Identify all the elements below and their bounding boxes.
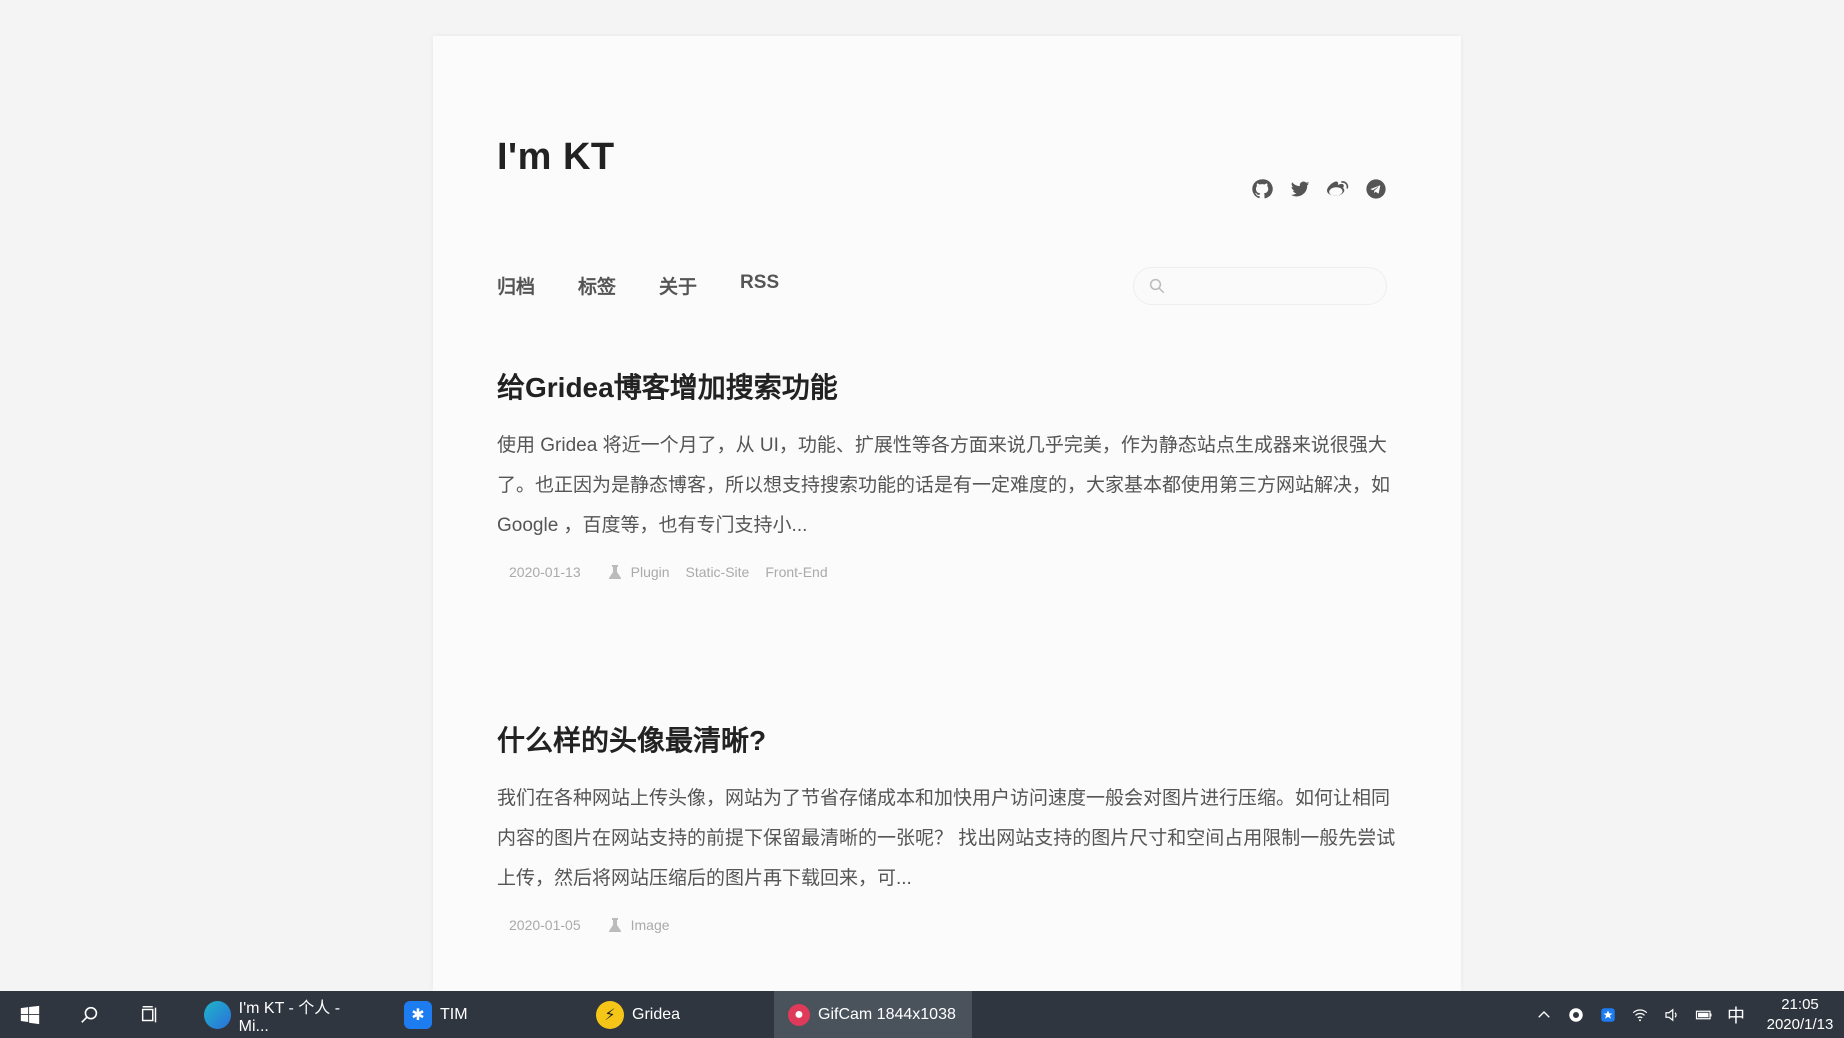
- tim-tray-icon[interactable]: [1599, 1006, 1617, 1024]
- post-meta: 2020-01-05 Image: [509, 917, 1407, 933]
- taskbar-app-label: GifCam 1844x1038: [818, 1005, 956, 1023]
- search-icon: [81, 1006, 98, 1023]
- post-excerpt: 我们在各种网站上传头像，网站为了节省存储成本和加快用户访问速度一般会对图片进行压…: [497, 788, 1396, 889]
- post-title[interactable]: 给Gridea博客增加搜索功能: [497, 366, 1407, 406]
- weibo-icon[interactable]: [1327, 178, 1349, 200]
- taskbar: I'm KT - 个人 - Mi... ✱ TIM ⚡ Gridea ● Gif…: [0, 991, 1844, 1038]
- system-tray: 中 21:05 2020/1/13: [1528, 991, 1844, 1038]
- nav-item-tags[interactable]: 标签: [578, 272, 616, 299]
- search-box[interactable]: [1133, 267, 1387, 305]
- search-button[interactable]: [60, 991, 120, 1038]
- post-date: 2020-01-05: [509, 917, 581, 933]
- blog-page: I'm KT 归档 标签 关于 RSS 给Gridea博客增加搜索功能 使用 G…: [433, 36, 1461, 991]
- post-item: 给Gridea博客增加搜索功能 使用 Gridea 将近一个月了，从 UI，功能…: [497, 366, 1407, 580]
- telegram-icon[interactable]: [1365, 178, 1387, 200]
- taskbar-app-edge[interactable]: I'm KT - 个人 - Mi...: [190, 991, 382, 1038]
- search-icon: [1149, 278, 1165, 294]
- post-item: 什么样的头像最清晰? 我们在各种网站上传头像，网站为了节省存储成本和加快用户访问…: [497, 719, 1407, 933]
- taskbar-app-gridea[interactable]: ⚡ Gridea: [582, 991, 774, 1038]
- wifi-icon[interactable]: [1631, 1006, 1649, 1024]
- nav-item-about[interactable]: 关于: [659, 272, 697, 299]
- social-links: [1251, 178, 1387, 200]
- taskbar-app-label: Gridea: [632, 1005, 681, 1023]
- post-tag[interactable]: Image: [631, 917, 670, 933]
- ime-indicator[interactable]: 中: [1727, 1002, 1745, 1028]
- taskbar-app-label: I'm KT - 个人 - Mi...: [238, 999, 341, 1035]
- main-nav: 归档 标签 关于 RSS: [497, 272, 779, 299]
- post-excerpt: 使用 Gridea 将近一个月了，从 UI，功能、扩展性等各方面来说几乎完美，作…: [497, 435, 1391, 536]
- post-title[interactable]: 什么样的头像最清晰?: [497, 719, 1407, 759]
- post-meta: 2020-01-13 Plugin Static-Site Front-End: [509, 564, 1407, 580]
- windows-icon: [20, 1005, 40, 1024]
- clock[interactable]: 21:05 2020/1/13: [1760, 995, 1840, 1035]
- post-tag[interactable]: Front-End: [765, 564, 827, 580]
- twitter-icon[interactable]: [1289, 178, 1311, 200]
- start-button[interactable]: [0, 991, 60, 1038]
- gridea-icon: ⚡: [596, 1000, 624, 1029]
- taskbar-app-tim[interactable]: ✱ TIM: [390, 991, 582, 1038]
- post-tag[interactable]: Plugin: [631, 564, 670, 580]
- battery-icon[interactable]: [1695, 1006, 1713, 1024]
- task-view-icon: [141, 1005, 157, 1022]
- clock-time: 21:05: [1781, 995, 1819, 1013]
- tray-app-icon[interactable]: [1567, 1006, 1585, 1024]
- tim-icon: ✱: [404, 1000, 432, 1029]
- nav-item-rss[interactable]: RSS: [740, 272, 779, 299]
- taskbar-app-gifcam[interactable]: ● GifCam 1844x1038: [774, 991, 972, 1038]
- taskbar-app-label: TIM: [440, 1005, 468, 1023]
- tag-icon: [608, 918, 621, 932]
- gifcam-icon: ●: [788, 1003, 810, 1026]
- nav-item-archive[interactable]: 归档: [497, 272, 535, 299]
- post-tag[interactable]: Static-Site: [686, 564, 750, 580]
- post-date: 2020-01-13: [509, 564, 581, 580]
- volume-icon[interactable]: [1663, 1006, 1681, 1024]
- github-icon[interactable]: [1251, 178, 1273, 200]
- search-input[interactable]: [1174, 271, 1374, 301]
- site-title[interactable]: I'm KT: [497, 136, 615, 179]
- chevron-up-icon[interactable]: [1535, 1006, 1553, 1024]
- tag-icon: [608, 565, 621, 579]
- edge-icon: [204, 1000, 231, 1029]
- task-view-button[interactable]: [120, 991, 180, 1038]
- clock-date: 2020/1/13: [1766, 1015, 1834, 1033]
